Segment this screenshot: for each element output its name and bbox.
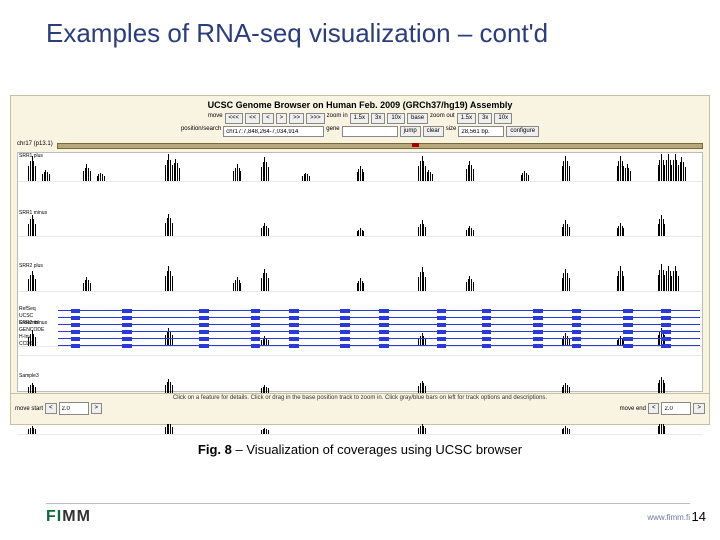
zoomin-10x[interactable]: 10x [387,113,405,124]
chrom-label: chr17 (p13.1) [17,141,53,147]
end-right[interactable]: > [693,403,705,414]
gene-track-label: H-Inv [19,335,55,340]
gene-track-label: CCDS [19,342,55,347]
toolbar-search: position/search gene jump clear size con… [11,125,709,138]
hint-text: Click on a feature for details. Click or… [11,394,709,402]
footer-url: www.fimm.fi [647,513,690,522]
ucsc-browser-screenshot: UCSC Genome Browser on Human Feb. 2009 (… [10,95,710,425]
move-label: move [208,113,223,124]
gene-track-label: UCSC [19,314,55,319]
clear-button[interactable]: clear [423,126,444,137]
move-end-label: move end [620,406,646,412]
configure-button[interactable]: configure [506,126,539,137]
size-input[interactable] [458,126,504,137]
gene-input[interactable] [342,126,398,137]
move-r-button[interactable]: > [276,113,288,124]
gene-model-tracks[interactable]: RefSeq UCSC Ensembl GENCODE H-Inv CCDS [18,307,702,356]
slide-title: Examples of RNA-seq visualization – cont… [46,18,680,49]
move-ll-button[interactable]: << [245,113,260,124]
jump-button[interactable]: jump [400,126,421,137]
move-lll-button[interactable]: <<< [225,113,244,124]
gene-track-label: GENCODE [19,328,55,333]
gene-track-label: RefSeq [19,307,55,312]
start-value[interactable] [59,402,89,415]
toolbar-navigation: move <<< << < > >> >>> zoom in 1.5x 3x 1… [11,112,709,125]
zoomin-3x[interactable]: 3x [371,113,385,124]
zoomout-10x[interactable]: 10x [494,113,512,124]
move-l-button[interactable]: < [262,113,274,124]
position-input[interactable] [223,126,324,137]
end-value[interactable] [661,402,691,415]
coverage-track[interactable]: SRR1 minus [18,210,702,237]
browser-title: UCSC Genome Browser on Human Feb. 2009 (… [11,96,709,112]
slide-footer: FIMM www.fimm.fi [46,503,690,526]
end-left[interactable]: < [648,403,660,414]
move-rrr-button[interactable]: >>> [306,113,325,124]
zoomin-1p5x[interactable]: 1.5x [350,113,369,124]
figure-caption: Fig. 8 – Visualization of coverages usin… [0,442,720,457]
gene-label: gene [326,126,339,137]
start-left[interactable]: < [45,403,57,414]
zoomout-1p5x[interactable]: 1.5x [457,113,476,124]
page-number: 14 [692,509,706,524]
fimm-logo: FIMM [46,508,91,526]
position-label: position/search [181,126,221,137]
zoomout-label: zoom out [430,113,455,124]
coverage-track[interactable]: SRR2 plus [18,263,702,292]
tracks-panel: SRR1 plusSRR1 minusSRR2 plusSRR2 minusSa… [17,152,703,392]
coverage-track[interactable]: SRR1 plus [18,153,702,182]
gene-track-label: Ensembl [19,321,55,326]
coverage-track[interactable]: Sample3 [18,373,702,394]
zoomout-3x[interactable]: 3x [478,113,492,124]
size-label: size [446,126,457,137]
start-right[interactable]: > [91,403,103,414]
browser-footer: Click on a feature for details. Click or… [11,393,709,424]
move-rr-button[interactable]: >> [289,113,304,124]
zoomin-label: zoom in [327,113,348,124]
move-start-label: move start [15,406,43,412]
zoomin-base[interactable]: base [407,113,428,124]
